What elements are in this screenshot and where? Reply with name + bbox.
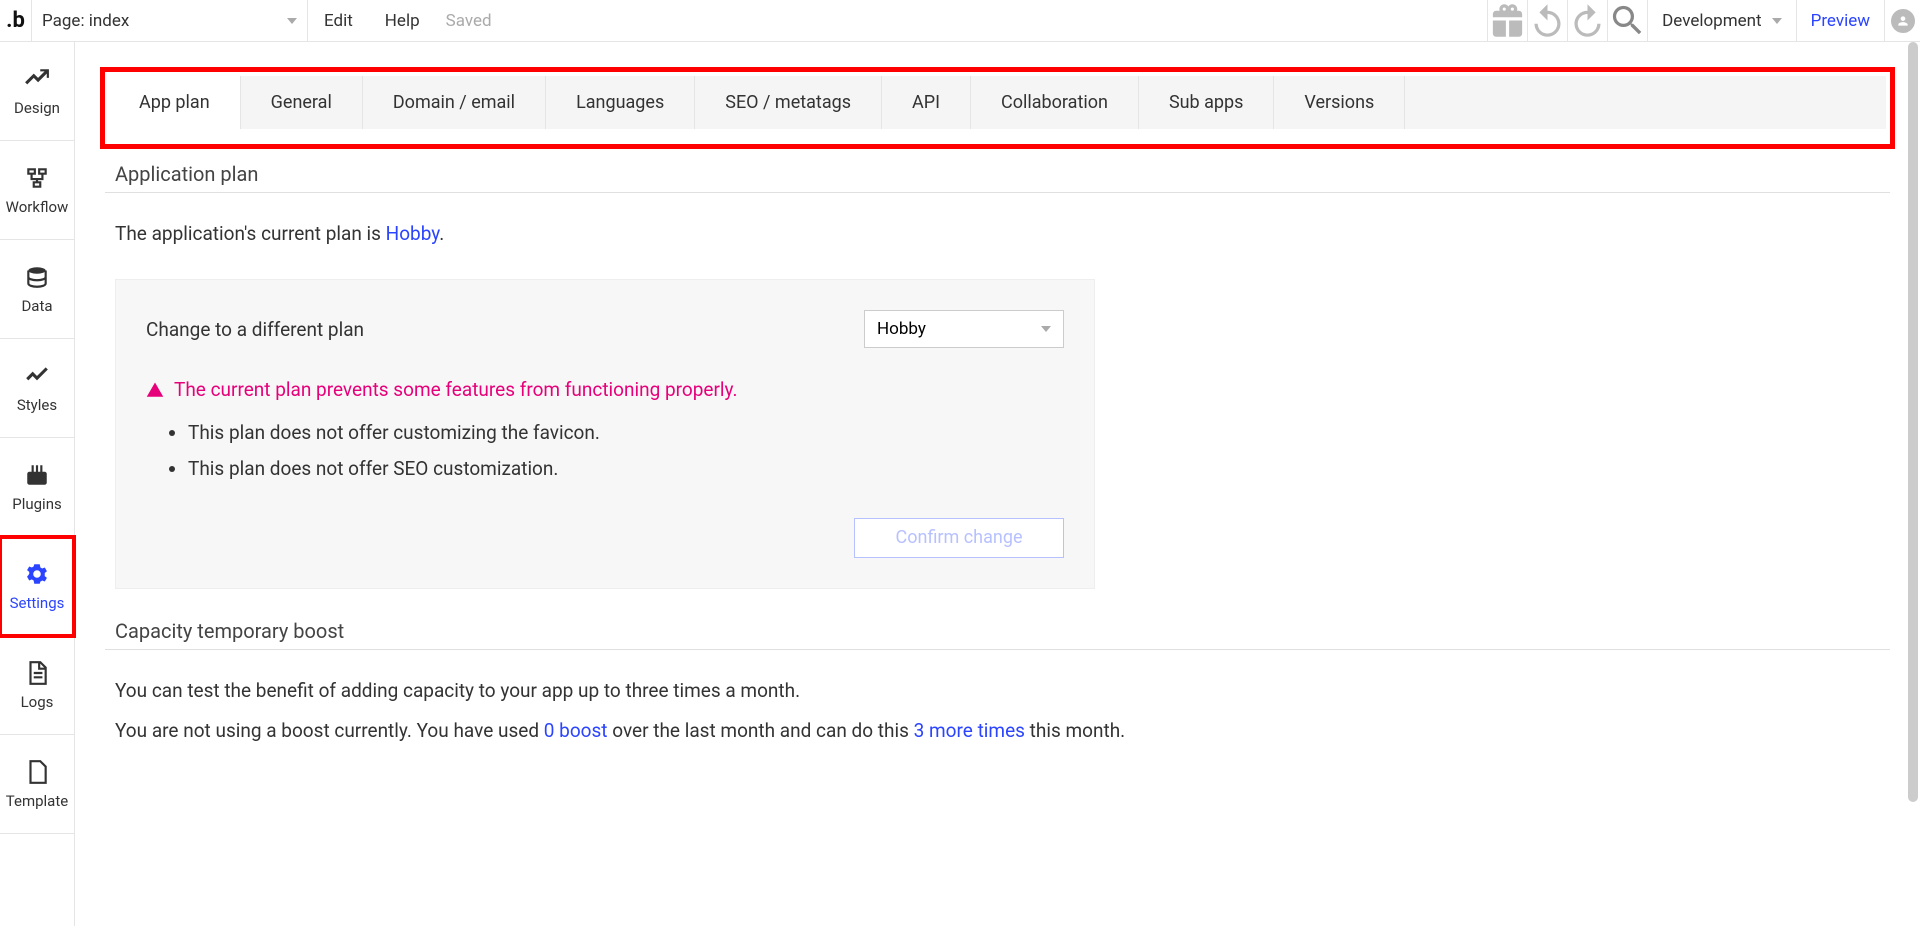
boost-text: this month. — [1025, 719, 1125, 742]
sidebar-item-data[interactable]: Data — [0, 240, 74, 339]
page-selector[interactable]: Page: index — [32, 0, 308, 42]
sidebar-item-label: Settings — [10, 594, 65, 612]
limitation-item: This plan does not offer customizing the… — [188, 415, 1064, 451]
template-icon — [23, 758, 51, 786]
page-selector-label: Page: index — [42, 11, 129, 31]
undo-icon[interactable] — [1527, 0, 1567, 42]
tab-general[interactable]: General — [241, 76, 363, 129]
plan-warning-text: The current plan prevents some features … — [174, 378, 738, 401]
sidebar-item-label: Workflow — [6, 198, 69, 216]
confirm-change-label: Confirm change — [896, 527, 1023, 548]
sidebar-item-logs[interactable]: Logs — [0, 636, 74, 735]
boost-text: You are not using a boost currently. You… — [115, 719, 544, 742]
main-content: App plan General Domain / email Language… — [75, 42, 1920, 926]
sidebar-item-label: Design — [14, 99, 60, 117]
section-title-boost: Capacity temporary boost — [115, 619, 1890, 643]
plan-warning: The current plan prevents some features … — [146, 378, 1064, 401]
plan-select-value: Hobby — [877, 319, 926, 339]
top-menu: Edit Help Saved — [308, 0, 502, 42]
plugins-icon — [23, 461, 51, 489]
tab-seo-metatags[interactable]: SEO / metatags — [695, 76, 882, 129]
tab-versions[interactable]: Versions — [1274, 76, 1405, 129]
tab-sub-apps[interactable]: Sub apps — [1139, 76, 1274, 129]
sidebar-item-settings[interactable]: Settings — [0, 537, 74, 636]
app-logo[interactable]: .b — [0, 0, 32, 42]
section-title-app-plan: Application plan — [115, 162, 1890, 186]
tab-collaboration[interactable]: Collaboration — [971, 76, 1139, 129]
sidebar-item-label: Template — [6, 792, 68, 810]
sidebar-item-label: Data — [21, 297, 52, 315]
user-menu[interactable] — [1884, 0, 1920, 42]
styles-icon — [23, 362, 51, 390]
save-status: Saved — [436, 11, 502, 31]
design-icon — [23, 65, 51, 93]
preview-button[interactable]: Preview — [1796, 0, 1884, 42]
menu-edit[interactable]: Edit — [308, 11, 369, 31]
gift-icon[interactable] — [1487, 0, 1527, 42]
warning-icon — [146, 381, 164, 399]
plan-card: Change to a different plan Hobby The cur… — [115, 279, 1095, 588]
boost-count-link[interactable]: 0 boost — [544, 719, 608, 742]
data-icon — [23, 263, 51, 291]
scrollbar[interactable] — [1908, 42, 1918, 926]
confirm-change-button[interactable]: Confirm change — [854, 518, 1064, 558]
scrollbar-thumb[interactable] — [1908, 42, 1918, 802]
tab-api[interactable]: API — [882, 76, 971, 129]
logs-icon — [23, 659, 51, 687]
settings-tabs: App plan General Domain / email Language… — [109, 76, 1886, 129]
settings-tabs-highlight: App plan General Domain / email Language… — [105, 72, 1890, 144]
sidebar-item-plugins[interactable]: Plugins — [0, 438, 74, 537]
topbar: .b Page: index Edit Help Saved Developme… — [0, 0, 1920, 42]
chevron-down-icon — [287, 18, 297, 24]
change-plan-label: Change to a different plan — [146, 318, 364, 341]
plan-select[interactable]: Hobby — [864, 310, 1064, 348]
sidebar-item-design[interactable]: Design — [0, 42, 74, 141]
sidebar-item-label: Logs — [21, 693, 54, 711]
divider — [105, 649, 1890, 650]
redo-icon[interactable] — [1567, 0, 1607, 42]
env-selector-label: Development — [1662, 11, 1761, 31]
avatar-icon — [1891, 9, 1915, 33]
chevron-down-icon — [1772, 18, 1782, 24]
change-plan-row: Change to a different plan Hobby — [146, 310, 1064, 348]
tab-app-plan[interactable]: App plan — [109, 76, 241, 129]
sidebar-item-label: Plugins — [12, 495, 61, 513]
preview-label: Preview — [1811, 11, 1870, 31]
current-plan-text: The application's current plan is Hobby. — [115, 219, 1890, 249]
tab-domain-email[interactable]: Domain / email — [363, 76, 546, 129]
boost-remaining-link[interactable]: 3 more times — [914, 719, 1025, 742]
gear-icon — [23, 560, 51, 588]
topbar-right: Development Preview — [1487, 0, 1920, 42]
boost-line2: You are not using a boost currently. You… — [115, 716, 1890, 746]
tab-languages[interactable]: Languages — [546, 76, 695, 129]
menu-help[interactable]: Help — [369, 11, 436, 31]
boost-text: over the last month and can do this — [608, 719, 914, 742]
workflow-icon — [23, 164, 51, 192]
plan-limitations: This plan does not offer customizing the… — [188, 415, 1064, 487]
limitation-item: This plan does not offer SEO customizati… — [188, 451, 1064, 487]
sidebar-item-workflow[interactable]: Workflow — [0, 141, 74, 240]
left-sidebar: Design Workflow Data Styles Plugins Sett… — [0, 42, 75, 926]
current-plan-suffix: . — [439, 222, 444, 245]
divider — [105, 192, 1890, 193]
sidebar-item-styles[interactable]: Styles — [0, 339, 74, 438]
boost-line1: You can test the benefit of adding capac… — [115, 676, 1890, 706]
sidebar-item-template[interactable]: Template — [0, 735, 74, 834]
env-selector[interactable]: Development — [1647, 0, 1795, 42]
current-plan-link[interactable]: Hobby — [386, 222, 440, 245]
search-icon[interactable] — [1607, 0, 1647, 42]
chevron-down-icon — [1041, 326, 1051, 332]
current-plan-prefix: The application's current plan is — [115, 222, 386, 245]
sidebar-item-label: Styles — [17, 396, 57, 414]
